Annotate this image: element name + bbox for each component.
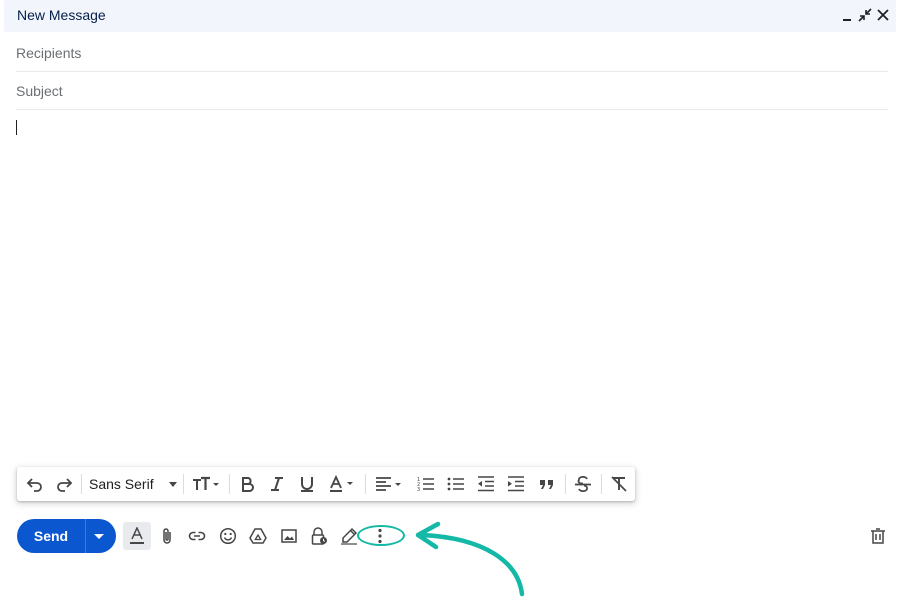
strikethrough-icon	[575, 476, 591, 492]
insert-drive-button[interactable]	[244, 522, 272, 550]
more-options-icon	[378, 528, 382, 544]
toolbar-divider	[565, 474, 566, 494]
confidential-mode-button[interactable]	[305, 522, 333, 550]
bulleted-list-button[interactable]	[444, 472, 468, 496]
bold-button[interactable]	[235, 472, 259, 496]
align-icon	[376, 477, 401, 491]
remove-formatting-button[interactable]	[607, 472, 631, 496]
more-options-button[interactable]	[366, 522, 394, 550]
minimize-icon	[843, 19, 851, 21]
italic-icon	[271, 477, 283, 491]
remove-formatting-icon	[611, 476, 627, 492]
formatting-toolbar: Sans Serif 1 2 3	[17, 467, 635, 501]
formatting-options-icon	[130, 527, 144, 544]
underline-button[interactable]	[295, 472, 319, 496]
text-cursor	[16, 120, 17, 135]
toolbar-divider	[601, 474, 602, 494]
annotation-arrow	[415, 521, 525, 597]
close-button[interactable]	[873, 6, 893, 24]
send-button[interactable]: Send	[17, 519, 85, 553]
redo-button[interactable]	[52, 472, 76, 496]
attach-files-button[interactable]	[153, 522, 181, 550]
formatting-options-button[interactable]	[123, 522, 151, 550]
toolbar-divider	[229, 474, 230, 494]
font-family-value: Sans Serif	[89, 476, 154, 492]
bulleted-list-icon	[447, 477, 464, 491]
quote-icon	[540, 480, 553, 489]
strikethrough-button[interactable]	[571, 472, 595, 496]
drive-icon	[249, 528, 267, 544]
toolbar-divider	[81, 474, 82, 494]
compose-title: New Message	[17, 7, 106, 23]
insert-photo-button[interactable]	[275, 522, 303, 550]
chevron-down-icon	[169, 482, 177, 487]
confidential-icon	[311, 527, 327, 545]
exit-fullscreen-icon	[858, 8, 872, 22]
undo-button[interactable]	[23, 472, 47, 496]
attach-icon	[163, 528, 171, 544]
indent-more-icon	[508, 476, 524, 492]
trash-icon	[871, 528, 885, 544]
undo-icon	[26, 478, 42, 492]
recipients-row	[16, 34, 888, 72]
compose-header: New Message	[4, 0, 896, 32]
text-color-icon	[330, 475, 353, 492]
font-size-icon	[193, 476, 219, 490]
emoji-icon	[219, 527, 237, 545]
subject-row	[16, 72, 888, 110]
italic-button[interactable]	[265, 472, 289, 496]
insert-emoji-button[interactable]	[214, 522, 242, 550]
recipients-input[interactable]	[16, 34, 888, 71]
schedule-send-button[interactable]	[86, 519, 116, 553]
send-button-group: Send	[17, 519, 116, 553]
link-icon	[188, 531, 206, 541]
insert-signature-button[interactable]	[335, 522, 363, 550]
exit-fullscreen-button[interactable]	[855, 6, 875, 24]
bold-icon	[242, 477, 254, 492]
indent-more-button[interactable]	[504, 472, 528, 496]
discard-draft-button[interactable]	[864, 522, 892, 550]
photo-icon	[281, 529, 297, 543]
redo-icon	[57, 478, 73, 492]
close-icon	[877, 9, 889, 21]
quote-button[interactable]	[535, 472, 559, 496]
indent-less-button[interactable]	[474, 472, 498, 496]
subject-input[interactable]	[16, 72, 888, 109]
toolbar-divider	[365, 474, 366, 494]
chevron-down-icon	[94, 533, 104, 539]
message-body[interactable]	[16, 112, 888, 457]
underline-icon	[301, 477, 313, 492]
font-family-select[interactable]: Sans Serif	[89, 472, 177, 496]
insert-link-button[interactable]	[183, 522, 211, 550]
numbered-list-button[interactable]: 1 2 3	[414, 472, 438, 496]
svg-text:3: 3	[417, 487, 420, 493]
indent-less-icon	[478, 476, 494, 492]
toolbar-divider	[183, 474, 184, 494]
font-size-button[interactable]	[189, 472, 223, 496]
text-color-button[interactable]	[325, 472, 359, 496]
numbered-list-icon: 1 2 3	[417, 477, 434, 493]
align-button[interactable]	[372, 472, 406, 496]
signature-icon	[341, 527, 358, 545]
